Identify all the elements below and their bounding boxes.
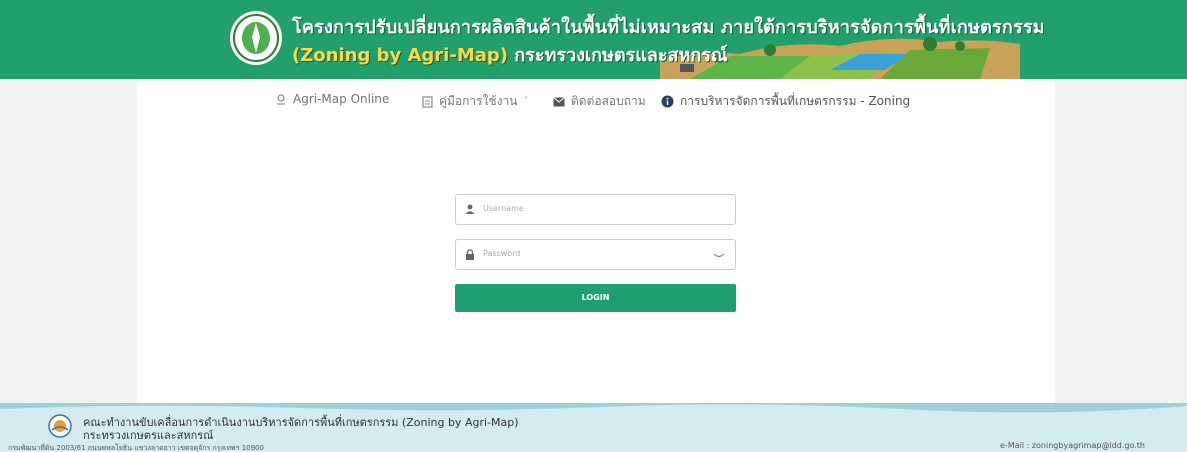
info-icon (661, 95, 674, 108)
site-footer: คณะทำงานขับเคลื่อนการดำเนินงานบริหารจัดก… (0, 403, 1187, 452)
map-pin-icon (277, 94, 285, 105)
nav-label: คู่มือการใช้งาน (439, 94, 518, 108)
username-input[interactable]: Username (455, 194, 736, 225)
password-placeholder: Password (483, 249, 521, 258)
footer-address: กรมพัฒนาที่ดิน 2003/61 ถนนพหลโยธิน แขวงล… (8, 444, 264, 452)
login-button[interactable]: LOGIN (455, 284, 736, 312)
nav-label: การบริหารจัดการพื้นที่เกษตรกรรม - Zoning (680, 94, 911, 108)
user-icon (465, 204, 475, 214)
chevron-down-icon: ˅ (523, 96, 529, 107)
ministry-seal-logo (230, 11, 282, 65)
nav-label: ติดต่อสอบถาม (571, 94, 646, 108)
header-title-line2: (Zoning by Agri-Map) กระทรวงเกษตรและสหกร… (292, 40, 728, 69)
username-placeholder: Username (483, 204, 524, 213)
main-panel: Agri-Map Online คู่มือการใช้งาน ˅ ติดต่อ… (137, 79, 1055, 407)
nav-agri-map-online[interactable]: Agri-Map Online (275, 92, 389, 106)
header-title-en: (Zoning by Agri-Map) (292, 45, 508, 66)
document-icon (422, 95, 433, 108)
nav-zoning[interactable]: การบริหารจัดการพื้นที่เกษตรกรรม - Zoning (661, 92, 910, 111)
header-title-line1: โครงการปรับเปลี่ยนการผลิตสินค้าในพื้นที่… (292, 17, 1045, 38)
top-nav: Agri-Map Online คู่มือการใช้งาน ˅ ติดต่อ… (137, 79, 1055, 123)
password-input[interactable]: Password (455, 239, 736, 270)
nav-contact[interactable]: ติดต่อสอบถาม (553, 92, 646, 111)
eye-icon[interactable] (713, 250, 725, 260)
lock-icon (466, 249, 474, 260)
nav-label: Agri-Map Online (293, 92, 390, 106)
nav-manual-dropdown[interactable]: คู่มือการใช้งาน ˅ (422, 92, 528, 111)
footer-email: e-Mail : zoningbyagrimap@ldd.go.th (1000, 441, 1145, 450)
envelope-icon (553, 96, 565, 106)
header-title-th: กระทรวงเกษตรและสหกรณ์ (514, 45, 728, 66)
ldd-logo (48, 414, 72, 438)
footer-org-line2: กระทรวงเกษตรและสหกรณ์ (83, 429, 214, 442)
site-header: โครงการปรับเปลี่ยนการผลิตสินค้าในพื้นที่… (0, 0, 1187, 79)
